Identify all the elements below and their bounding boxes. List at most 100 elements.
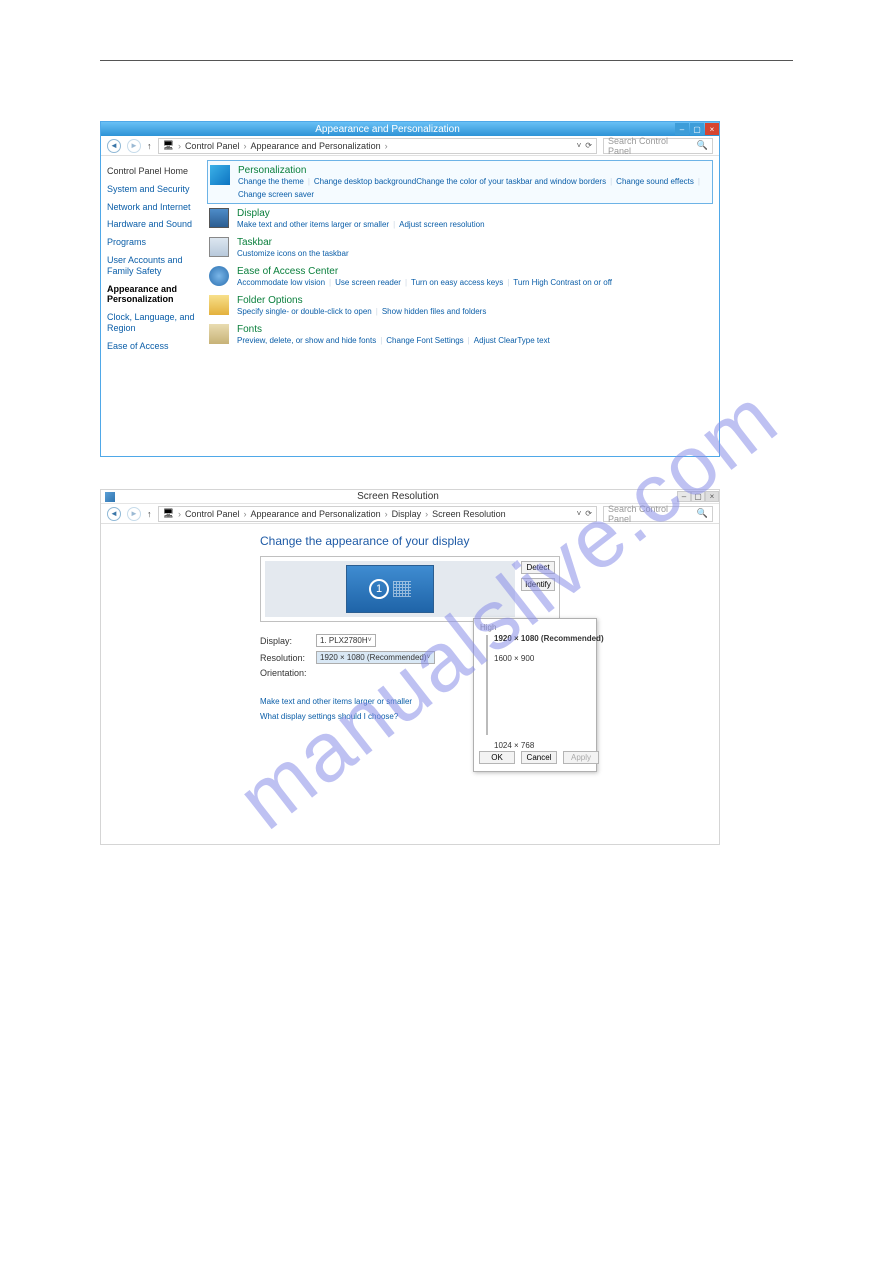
sidebar-item-network[interactable]: Network and Internet xyxy=(107,202,195,213)
display-select[interactable]: 1. PLX2780H˅ xyxy=(316,634,376,647)
category-folder-options: Folder Options Specify single- or double… xyxy=(207,291,713,320)
search-placeholder: Search Control Panel xyxy=(608,504,693,524)
taskbar-icon xyxy=(209,237,229,257)
crumb-2[interactable]: Display xyxy=(392,509,422,519)
link[interactable]: Adjust ClearType text xyxy=(474,336,550,345)
sidebar-item-programs[interactable]: Programs xyxy=(107,237,195,248)
cancel-button[interactable]: Cancel xyxy=(521,751,557,764)
sidebar: Control Panel Home System and Security N… xyxy=(101,156,201,456)
display-label: Display: xyxy=(260,636,316,646)
link[interactable]: Adjust screen resolution xyxy=(399,220,484,229)
crumb-0[interactable]: Control Panel xyxy=(185,509,240,519)
page-rule xyxy=(100,60,793,61)
detect-button[interactable]: Detect xyxy=(521,561,555,574)
monitor-1[interactable]: 1 xyxy=(346,565,434,613)
resolution-option-mid[interactable]: 1600 × 900 xyxy=(494,654,534,663)
titlebar: Appearance and Personalization – ▢ × xyxy=(101,122,719,136)
crumb-0[interactable]: Control Panel xyxy=(185,141,240,151)
dialog-buttons: OK Cancel Apply xyxy=(479,751,599,764)
link[interactable]: Show hidden files and folders xyxy=(382,307,487,316)
drive-icon: 🖥 xyxy=(163,140,174,151)
drive-icon: 🖥 xyxy=(163,508,174,519)
resolution-slider-popup: High 1920 × 1080 (Recommended) 1600 × 90… xyxy=(473,618,597,772)
sidebar-item-home[interactable]: Control Panel Home xyxy=(107,166,195,177)
search-input[interactable]: Search Control Panel 🔍 xyxy=(603,506,713,522)
ease-icon xyxy=(209,266,229,286)
monitor-preview[interactable]: 1 xyxy=(265,561,515,617)
link[interactable]: Change screen saver xyxy=(238,190,314,199)
back-button[interactable]: ◄ xyxy=(107,139,121,153)
link[interactable]: Turn on easy access keys xyxy=(411,278,503,287)
maximize-button[interactable]: ▢ xyxy=(691,491,705,502)
forward-button[interactable]: ► xyxy=(127,139,141,153)
link[interactable]: Preview, delete, or show and hide fonts xyxy=(237,336,376,345)
cat-title[interactable]: Taskbar xyxy=(237,237,711,248)
link[interactable]: Use screen reader xyxy=(335,278,401,287)
category-display: Display Make text and other items larger… xyxy=(207,204,713,233)
addr-dropdown[interactable]: ˅ xyxy=(577,141,582,150)
link[interactable]: Turn High Contrast on or off xyxy=(513,278,612,287)
cat-title[interactable]: Personalization xyxy=(238,165,710,176)
minimize-button[interactable]: – xyxy=(675,123,689,135)
titlebar: Screen Resolution – ▢ × xyxy=(101,490,719,504)
up-button[interactable]: ↑ xyxy=(147,509,152,519)
link[interactable]: Specify single- or double-click to open xyxy=(237,307,372,316)
link[interactable]: Change Font Settings xyxy=(386,336,463,345)
address-bar[interactable]: 🖥 › Control Panel › Appearance and Perso… xyxy=(158,138,598,154)
personalization-icon xyxy=(210,165,230,185)
category-fonts: Fonts Preview, delete, or show and hide … xyxy=(207,320,713,349)
resolution-option-rec[interactable]: 1920 × 1080 (Recommended) xyxy=(494,634,604,643)
crumb-1[interactable]: Appearance and Personalization xyxy=(250,141,380,151)
refresh-button[interactable]: ⟳ xyxy=(585,141,592,150)
window-screen-resolution: Screen Resolution – ▢ × ◄ ► ↑ 🖥 › Contro… xyxy=(100,489,720,845)
close-button[interactable]: × xyxy=(705,491,719,502)
link[interactable]: Accommodate low vision xyxy=(237,278,325,287)
resolution-option-low[interactable]: 1024 × 768 xyxy=(494,741,534,750)
category-taskbar: Taskbar Customize icons on the taskbar xyxy=(207,233,713,262)
nav-toolbar: ◄ ► ↑ 🖥 › Control Panel › Appearance and… xyxy=(101,504,719,524)
apply-button[interactable]: Apply xyxy=(563,751,599,764)
content-area: Change the appearance of your display 1 … xyxy=(101,524,719,844)
monitor-selector: 1 Detect Identify xyxy=(260,556,560,622)
search-input[interactable]: Search Control Panel 🔍 xyxy=(603,138,713,154)
back-button[interactable]: ◄ xyxy=(107,507,121,521)
link[interactable]: Change the color of your taskbar and win… xyxy=(416,177,606,186)
nav-toolbar: ◄ ► ↑ 🖥 › Control Panel › Appearance and… xyxy=(101,136,719,156)
sidebar-item-system[interactable]: System and Security xyxy=(107,184,195,195)
sidebar-item-clock[interactable]: Clock, Language, and Region xyxy=(107,312,195,334)
resolution-select[interactable]: 1920 × 1080 (Recommended)˅ xyxy=(316,651,435,664)
link[interactable]: Change sound effects xyxy=(616,177,694,186)
window-appearance-personalization: Appearance and Personalization – ▢ × ◄ ►… xyxy=(100,121,720,457)
sidebar-item-user-accounts[interactable]: User Accounts and Family Safety xyxy=(107,255,195,277)
display-icon xyxy=(209,208,229,228)
cat-title[interactable]: Fonts xyxy=(237,324,711,335)
up-button[interactable]: ↑ xyxy=(147,141,152,151)
link[interactable]: Make text and other items larger or smal… xyxy=(237,220,389,229)
orientation-label: Orientation: xyxy=(260,668,316,678)
link[interactable]: Change desktop background xyxy=(314,177,416,186)
refresh-button[interactable]: ⟳ xyxy=(585,509,592,518)
sidebar-item-hardware[interactable]: Hardware and Sound xyxy=(107,219,195,230)
address-bar[interactable]: 🖥 › Control Panel › Appearance and Perso… xyxy=(158,506,598,522)
identify-button[interactable]: Identify xyxy=(521,578,555,591)
minimize-button[interactable]: – xyxy=(677,491,691,502)
app-icon xyxy=(105,492,115,502)
link[interactable]: Customize icons on the taskbar xyxy=(237,249,349,258)
crumb-3[interactable]: Screen Resolution xyxy=(432,509,506,519)
close-button[interactable]: × xyxy=(705,123,719,135)
sidebar-item-appearance[interactable]: Appearance and Personalization xyxy=(107,284,195,306)
slider-track[interactable] xyxy=(486,635,488,735)
cat-title[interactable]: Display xyxy=(237,208,711,219)
fonts-icon xyxy=(209,324,229,344)
ok-button[interactable]: OK xyxy=(479,751,515,764)
addr-dropdown[interactable]: ˅ xyxy=(577,509,582,518)
category-ease-of-access: Ease of Access Center Accommodate low vi… xyxy=(207,262,713,291)
cat-title[interactable]: Ease of Access Center xyxy=(237,266,711,277)
crumb-1[interactable]: Appearance and Personalization xyxy=(250,509,380,519)
forward-button[interactable]: ► xyxy=(127,507,141,521)
maximize-button[interactable]: ▢ xyxy=(690,123,704,135)
slider-high-label: High xyxy=(480,623,590,632)
link[interactable]: Change the theme xyxy=(238,177,304,186)
cat-title[interactable]: Folder Options xyxy=(237,295,711,306)
sidebar-item-ease[interactable]: Ease of Access xyxy=(107,341,195,352)
